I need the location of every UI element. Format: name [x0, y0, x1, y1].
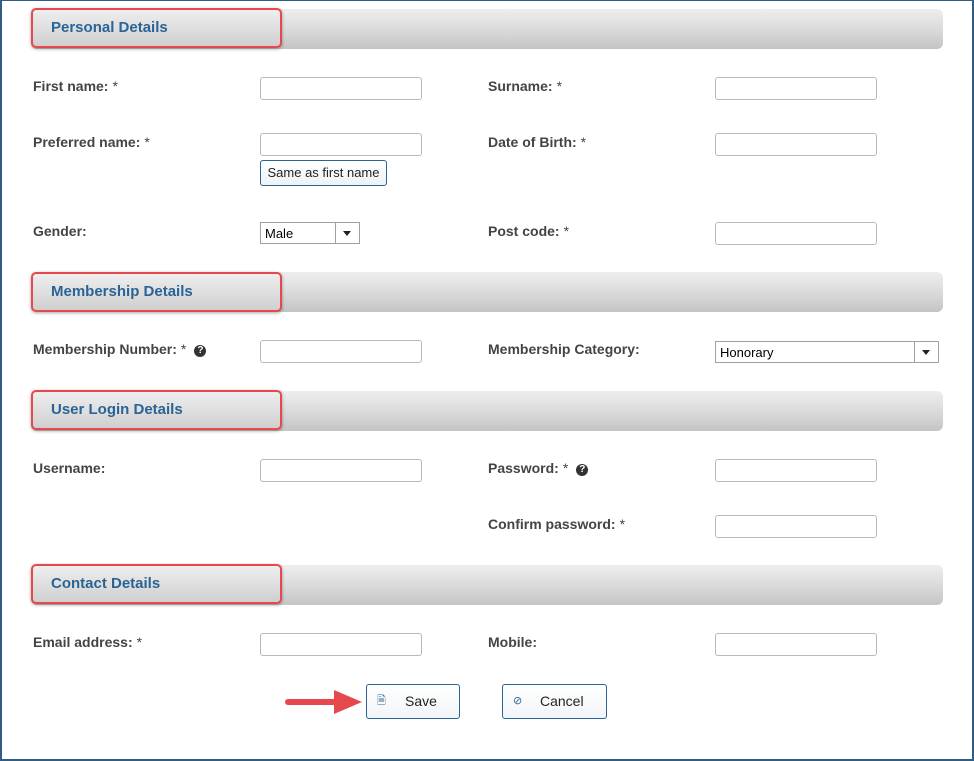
chevron-down-icon[interactable]: [914, 342, 938, 362]
surname-input[interactable]: [715, 77, 877, 100]
username-input[interactable]: [260, 459, 422, 482]
username-label: Username:: [33, 460, 106, 476]
section-title-personal: Personal Details: [31, 8, 282, 48]
date-of-birth-input[interactable]: [715, 133, 877, 156]
membership-category-value: Honorary: [720, 345, 774, 360]
preferred-name-input[interactable]: [260, 133, 422, 156]
membership-category-select[interactable]: Honorary: [715, 341, 939, 363]
mobile-input[interactable]: [715, 633, 877, 656]
post-code-label: Post code: *: [488, 223, 570, 239]
section-title-login: User Login Details: [31, 390, 282, 430]
password-label: Password: *?: [488, 460, 589, 476]
same-as-first-name-button[interactable]: Same as first name: [260, 160, 387, 186]
mobile-label: Mobile:: [488, 634, 537, 650]
cancel-button[interactable]: ⊘ Cancel: [502, 684, 607, 719]
chevron-down-icon[interactable]: [335, 223, 359, 243]
section-title-contact: Contact Details: [31, 564, 282, 604]
preferred-name-label: Preferred name: *: [33, 134, 150, 150]
membership-category-label: Membership Category:: [488, 341, 640, 357]
save-button[interactable]: 🗎 Save: [366, 684, 460, 719]
question-circle-icon[interactable]: ?: [194, 345, 207, 357]
ban-icon: ⊘: [513, 695, 523, 707]
question-circle-icon[interactable]: ?: [576, 464, 589, 476]
confirm-password-input[interactable]: [715, 515, 877, 538]
file-icon: 🗎: [377, 695, 386, 707]
password-input[interactable]: [715, 459, 877, 482]
red-arrow-icon: [285, 690, 362, 714]
post-code-input[interactable]: [715, 222, 877, 245]
surname-label: Surname: *: [488, 78, 563, 94]
date-of-birth-label: Date of Birth: *: [488, 134, 587, 150]
section-title-membership: Membership Details: [31, 272, 282, 312]
gender-label: Gender:: [33, 223, 87, 239]
first-name-input[interactable]: [260, 77, 422, 100]
confirm-password-label: Confirm password: *: [488, 516, 626, 532]
first-name-label: First name: *: [33, 78, 118, 94]
membership-number-input[interactable]: [260, 340, 422, 363]
gender-select[interactable]: Male: [260, 222, 360, 244]
email-input[interactable]: [260, 633, 422, 656]
membership-number-label: Membership Number: *?: [33, 341, 207, 357]
email-label: Email address: *: [33, 634, 143, 650]
gender-select-value: Male: [265, 226, 294, 241]
